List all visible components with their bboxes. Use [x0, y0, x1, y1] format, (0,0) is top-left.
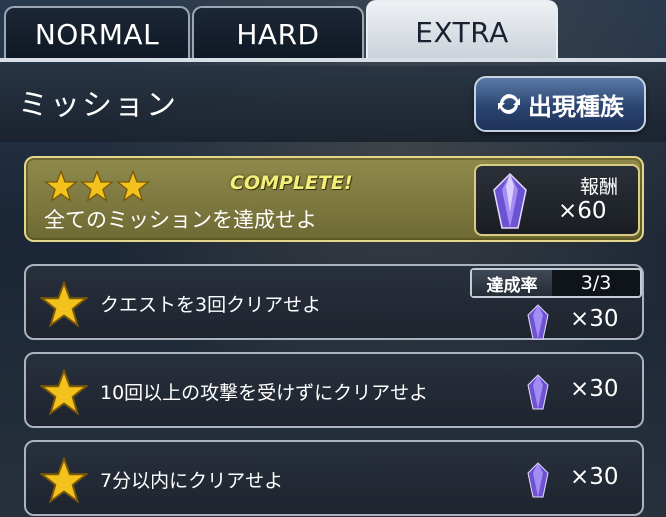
mission-row: 7分以内にクリアせよ ×30 [24, 440, 644, 516]
reward-amount: ×60 [558, 198, 607, 224]
gem-icon [527, 304, 549, 340]
gem-icon [493, 172, 527, 229]
star-icon [40, 280, 88, 328]
achievement-rate: 達成率 3/3 [470, 268, 642, 298]
refresh-icon [498, 94, 520, 114]
mission-reward: ×30 [570, 464, 619, 490]
gem-icon [527, 462, 549, 498]
mission-reward: ×30 [570, 306, 619, 332]
reward-label: 報酬 [580, 176, 619, 198]
star-icon [80, 170, 114, 202]
star-icon [40, 456, 88, 504]
tab-underline [0, 58, 666, 62]
achievement-value: 3/3 [580, 272, 612, 294]
page-title: ミッション [18, 88, 178, 123]
tab-normal[interactable]: NORMAL [4, 6, 190, 60]
complete-mission-text: 全てのミッションを達成せよ [44, 208, 317, 232]
tab-hard[interactable]: HARD [192, 6, 364, 60]
mission-reward: ×30 [570, 376, 619, 402]
star-icon [40, 368, 88, 416]
mission-row: 10回以上の攻撃を受けずにクリアせよ ×30 [24, 352, 644, 428]
appear-species-label: 出現種族 [528, 92, 624, 121]
complete-status: COMPLETE! [230, 172, 353, 194]
mission-text: 10回以上の攻撃を受けずにクリアせよ [100, 382, 429, 404]
difficulty-tabs: NORMAL HARD EXTRA [0, 0, 666, 62]
complete-mission-panel: COMPLETE! 全てのミッションを達成せよ 報酬 ×60 [24, 156, 644, 242]
star-icon [44, 170, 78, 202]
mission-text: クエストを3回クリアせよ [100, 294, 322, 316]
mission-header: ミッション 出現種族 [0, 66, 666, 142]
gem-icon [527, 374, 549, 410]
tab-extra[interactable]: EXTRA [366, 0, 558, 62]
star-icon [116, 170, 150, 202]
reward-box: 報酬 ×60 [474, 164, 640, 236]
mission-text: 7分以内にクリアせよ [100, 470, 284, 492]
rating-stars [44, 170, 150, 202]
appear-species-button[interactable]: 出現種族 [474, 76, 646, 132]
achievement-label: 達成率 [472, 270, 552, 296]
